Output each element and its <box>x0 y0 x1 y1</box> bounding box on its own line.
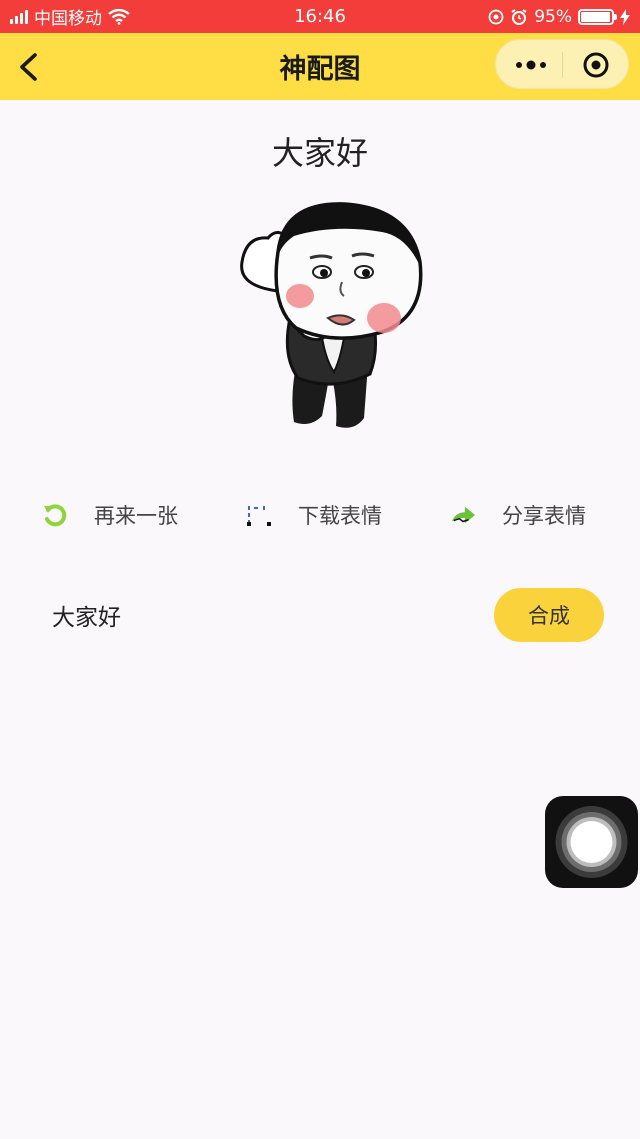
status-bar: 中国移动 16:46 95% <box>0 0 640 33</box>
share-button[interactable]: 分享表情 <box>450 492 586 538</box>
compose-row: 合成 <box>0 586 640 644</box>
status-right: 95% <box>488 0 630 33</box>
alarm-icon <box>511 8 527 25</box>
share-label: 分享表情 <box>502 504 586 528</box>
refresh-button[interactable]: 再来一张 <box>42 492 178 538</box>
assistive-touch-icon <box>555 806 628 878</box>
download-button[interactable]: 下载表情 <box>246 492 382 538</box>
download-icon <box>246 502 272 528</box>
refresh-label: 再来一张 <box>94 504 178 528</box>
download-label: 下载表情 <box>298 504 382 528</box>
compose-button[interactable]: 合成 <box>494 588 604 642</box>
caption-input[interactable] <box>52 596 472 634</box>
charging-icon <box>620 8 630 25</box>
more-dots-icon[interactable] <box>510 49 552 81</box>
capsule-divider <box>562 52 563 78</box>
nav-bar: 神配图 <box>0 33 640 100</box>
battery-icon <box>578 8 617 25</box>
share-arrow-icon <box>450 502 476 528</box>
assistive-touch-button[interactable] <box>545 796 638 888</box>
meme-image <box>240 202 423 428</box>
refresh-icon <box>42 502 68 528</box>
battery-percent: 95% <box>534 6 572 27</box>
location-lock-icon <box>488 9 504 24</box>
action-row: 再来一张 下载表情 分享表情 <box>0 492 640 538</box>
mini-program-capsule <box>495 39 629 89</box>
target-circle-icon[interactable] <box>576 49 616 81</box>
meme-caption: 大家好 <box>271 134 368 172</box>
